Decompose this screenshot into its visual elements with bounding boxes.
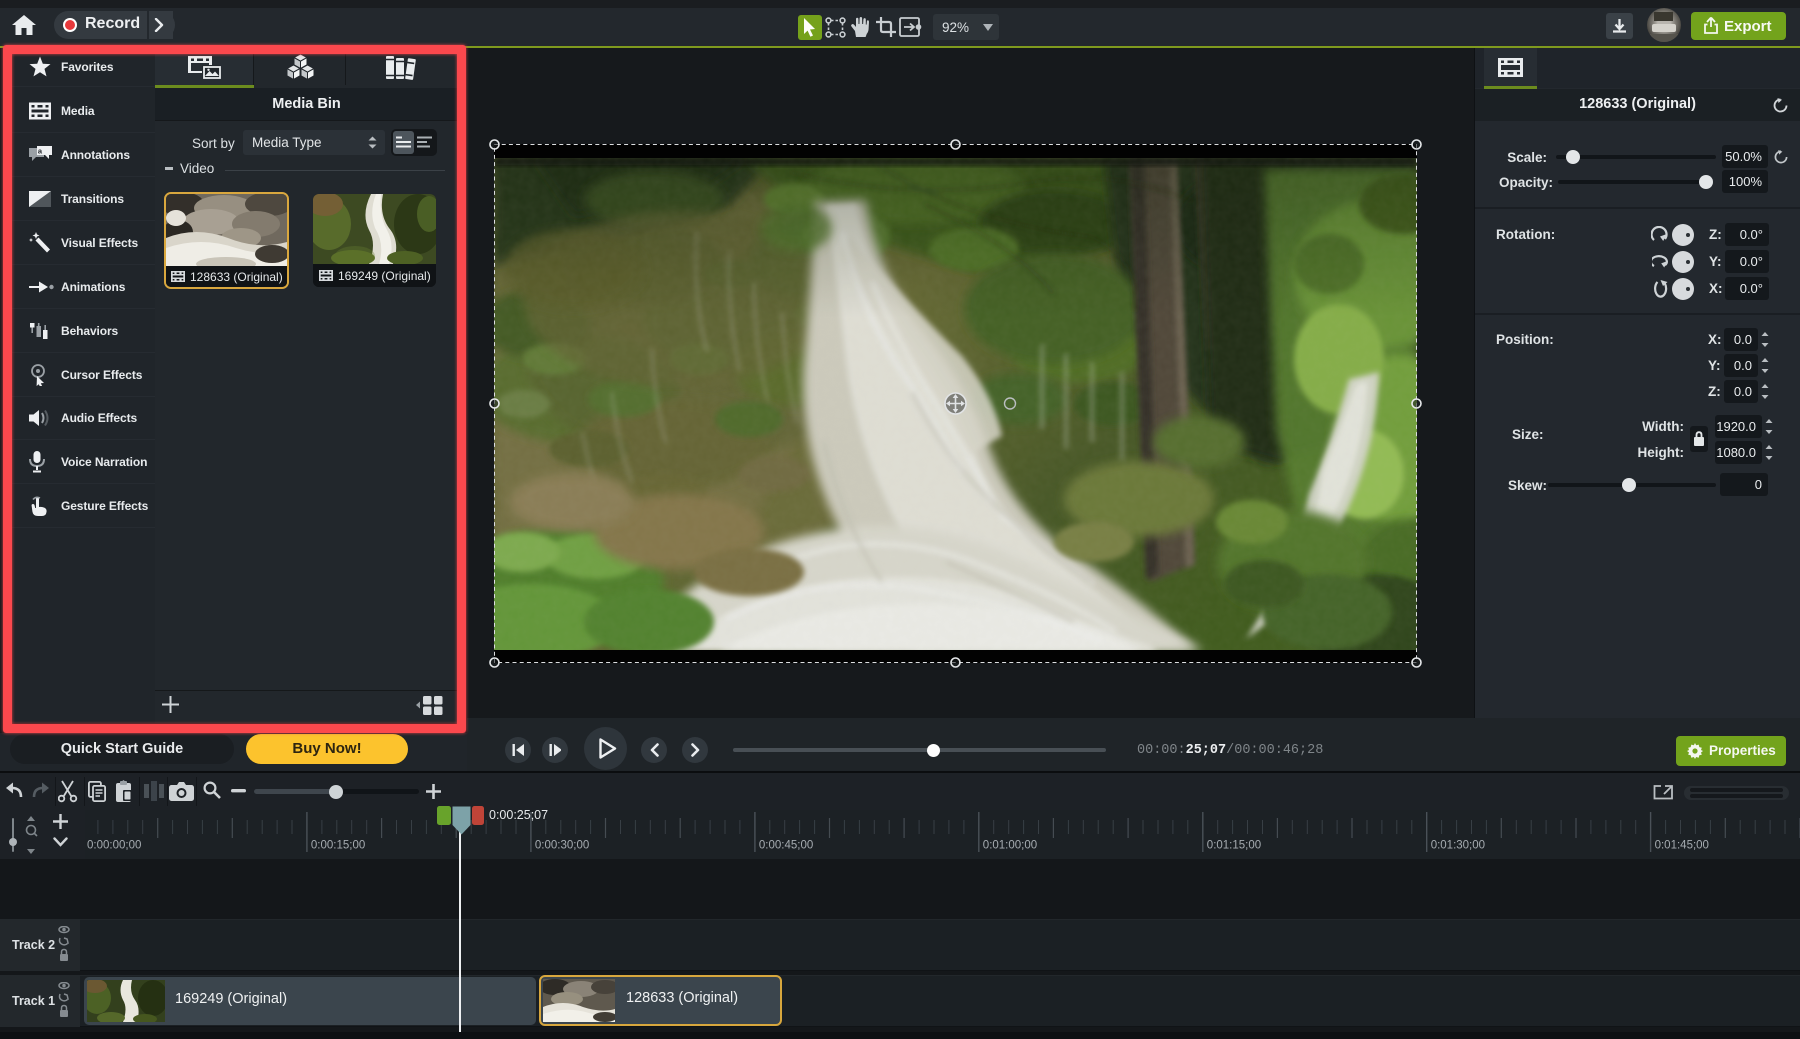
svg-text:0:00:15;00: 0:00:15;00 [311,840,365,852]
svg-text:0:01:45;00: 0:01:45;00 [1655,840,1709,852]
svg-text:0:00:30;00: 0:00:30;00 [535,840,589,852]
svg-text:0:01:15;00: 0:01:15;00 [1207,840,1261,852]
svg-text:0:01:00;00: 0:01:00;00 [983,840,1037,852]
svg-text:0:00:45;00: 0:00:45;00 [759,840,813,852]
svg-text:0:01:30;00: 0:01:30;00 [1431,840,1485,852]
svg-text:0:00:00;00: 0:00:00;00 [87,840,141,852]
